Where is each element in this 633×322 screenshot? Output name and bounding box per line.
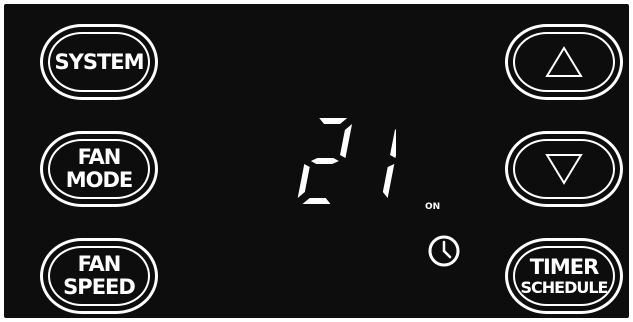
timer-label: TIMER: [529, 254, 600, 279]
temperature-display: 21: [296, 114, 396, 204]
temperature-value: 21: [296, 114, 298, 115]
temperature-up-button[interactable]: [505, 24, 623, 100]
digit-0-segment-e: [297, 164, 310, 198]
digit-0-segment-b: [340, 124, 353, 158]
fan-speed-button[interactable]: FAN SPEED: [40, 238, 158, 314]
triangle-down-icon: [545, 154, 583, 185]
fan-speed-label-line2: SPEED: [63, 275, 136, 299]
clock-icon: [428, 235, 460, 267]
digit-0-segment-a: [319, 118, 348, 124]
system-button-label: SYSTEM: [54, 49, 144, 74]
digit-1-segment-c: [382, 164, 395, 198]
fan-mode-button[interactable]: FAN MODE: [40, 131, 158, 207]
fan-mode-label-line1: FAN: [77, 145, 122, 169]
on-indicator: ON: [425, 202, 441, 212]
system-label: SYSTEM: [54, 49, 144, 74]
schedule-label: SCHEDULE: [520, 277, 609, 297]
fan-speed-label-line1: FAN: [77, 252, 122, 276]
fan-mode-button-label: FAN MODE: [65, 145, 134, 192]
temperature-down-button[interactable]: [505, 131, 623, 207]
timer-schedule-button[interactable]: TIMER SCHEDULE: [505, 238, 623, 314]
fan-mode-label-line2: MODE: [65, 168, 134, 192]
triangle-up-icon: [545, 46, 583, 77]
system-button[interactable]: SYSTEM: [40, 24, 158, 100]
thermostat-panel: SYSTEM FAN MODE FAN SPEED TIMER SCHEDULE…: [4, 4, 629, 318]
digit-0-segment-g: [310, 158, 339, 164]
timer-schedule-button-label: TIMER SCHEDULE: [520, 254, 609, 297]
digit-0-segment-d: [302, 198, 331, 204]
digit-1-segment-b: [390, 124, 396, 158]
fan-speed-button-label: FAN SPEED: [63, 252, 136, 299]
